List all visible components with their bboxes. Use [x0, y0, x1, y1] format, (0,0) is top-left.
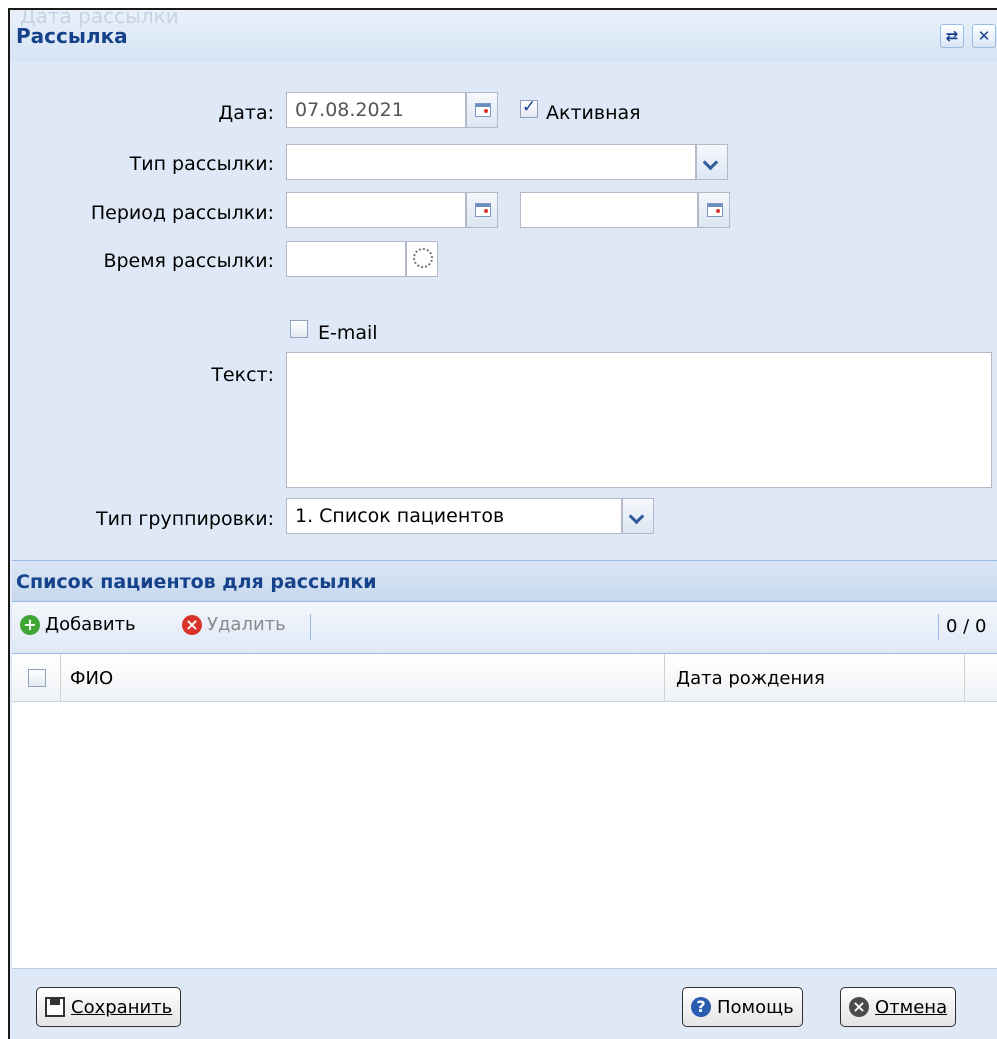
- time-label: Время рассылки:: [103, 250, 274, 272]
- type-dropdown-button[interactable]: [696, 144, 728, 180]
- refresh-icon[interactable]: ⇄: [940, 24, 964, 48]
- time-input[interactable]: [286, 241, 406, 277]
- grouping-select[interactable]: 1. Список пациентов: [286, 498, 622, 534]
- help-label: Помощь: [717, 996, 794, 1018]
- mailing-form: Дата: 07.08.2021 Активная Тип рассылки: …: [12, 62, 997, 550]
- window-title: Рассылка: [16, 24, 128, 48]
- date-label: Дата:: [218, 102, 274, 124]
- toolbar-separator: [938, 614, 939, 640]
- grouping-label: Тип группировки:: [95, 508, 274, 530]
- patients-grid: ФИО Дата рождения: [12, 654, 997, 968]
- cancel-label: Отмена: [875, 996, 948, 1018]
- chevron-down-icon: [702, 154, 719, 171]
- delete-icon: ×: [182, 614, 202, 635]
- period-from-input[interactable]: [286, 192, 466, 228]
- period-label: Период рассылки:: [90, 202, 274, 224]
- patients-toolbar: + Добавить × Удалить 0 / 0: [12, 602, 997, 654]
- column-divider: [964, 654, 965, 702]
- calendar-icon: [707, 203, 723, 217]
- delete-label: Удалить: [207, 614, 286, 635]
- chevron-down-icon: [628, 508, 645, 525]
- cancel-icon: ×: [849, 997, 869, 1017]
- grid-header: ФИО Дата рождения: [12, 654, 997, 702]
- mailing-window: Дата рассылки Рассылка ⇄ ✕ Дата: 07.08.2…: [8, 8, 997, 1039]
- date-input[interactable]: 07.08.2021: [286, 92, 466, 128]
- type-select[interactable]: [286, 144, 696, 180]
- save-label: Сохранить: [71, 996, 173, 1018]
- window-footer: Сохранить ? Помощь × Отмена: [12, 968, 997, 1039]
- column-divider: [60, 654, 61, 702]
- add-button[interactable]: + Добавить: [20, 614, 136, 635]
- calendar-icon: [475, 103, 491, 117]
- plus-icon: +: [20, 614, 40, 635]
- patients-panel-title: Список пациентов для рассылки: [16, 571, 377, 593]
- active-checkbox[interactable]: [520, 97, 538, 118]
- patients-panel-header: Список пациентов для рассылки: [12, 560, 997, 602]
- text-label: Текст:: [211, 364, 274, 386]
- text-area[interactable]: [286, 352, 992, 488]
- delete-button[interactable]: × Удалить: [182, 614, 286, 635]
- period-to-picker-button[interactable]: [698, 192, 730, 228]
- email-label: E-mail: [318, 322, 378, 344]
- calendar-icon: [475, 203, 491, 217]
- help-button[interactable]: ? Помощь: [682, 987, 803, 1027]
- active-label: Активная: [546, 102, 641, 124]
- cancel-button[interactable]: × Отмена: [840, 987, 957, 1027]
- grouping-dropdown-button[interactable]: [622, 498, 654, 534]
- toolbar-separator: [310, 614, 311, 640]
- column-header-name[interactable]: ФИО: [70, 668, 113, 689]
- clock-icon: [413, 248, 433, 268]
- close-icon[interactable]: ✕: [972, 24, 996, 48]
- select-all-checkbox[interactable]: [28, 669, 46, 687]
- email-checkbox[interactable]: [290, 320, 308, 338]
- record-counter: 0 / 0: [946, 616, 987, 637]
- help-icon: ?: [691, 997, 711, 1017]
- time-picker-button[interactable]: [406, 241, 438, 277]
- column-header-birthdate[interactable]: Дата рождения: [676, 668, 825, 689]
- type-label: Тип рассылки:: [129, 153, 274, 175]
- save-button[interactable]: Сохранить: [36, 987, 182, 1027]
- add-label: Добавить: [45, 614, 136, 635]
- window-titlebar[interactable]: Дата рассылки Рассылка ⇄ ✕: [10, 10, 997, 62]
- column-divider: [664, 654, 665, 702]
- date-picker-button[interactable]: [466, 92, 498, 128]
- period-to-input[interactable]: [520, 192, 698, 228]
- floppy-disk-icon: [45, 997, 65, 1017]
- period-from-picker-button[interactable]: [466, 192, 498, 228]
